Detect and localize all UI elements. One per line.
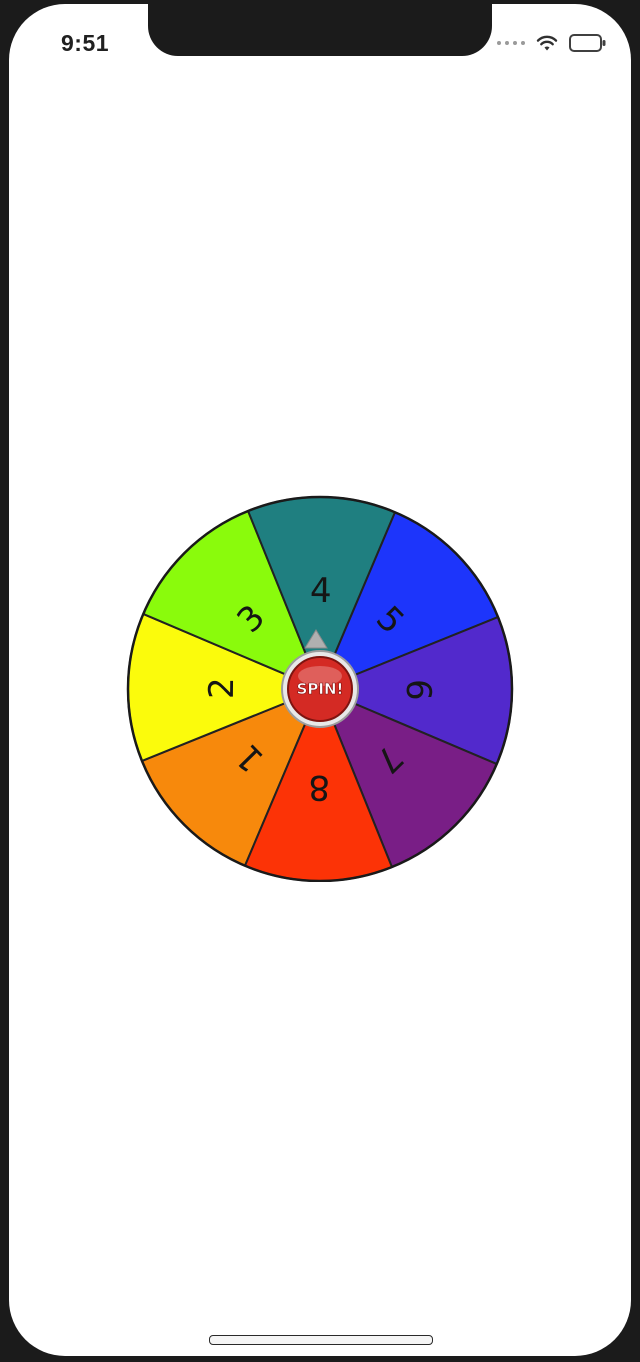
status-time: 9:51 [61,30,110,56]
status-icons [497,30,607,56]
home-indicator[interactable] [209,1335,433,1345]
wheel-graphic[interactable]: 12345678 SPIN! [114,478,518,882]
notch [148,4,492,56]
wheel-segment-label-8: 8 [308,767,330,807]
signal-icon [497,41,525,45]
wheel-segment-label-2: 2 [202,677,242,699]
wifi-icon [536,35,558,51]
device-bezel: 9:51 12345678 SPIN! [0,0,640,1362]
battery-icon [569,34,606,52]
wheel-segment-label-6: 6 [398,679,438,701]
spin-button-label: SPIN! [297,680,344,698]
wheel-segment-label-4: 4 [310,571,332,611]
spin-wheel[interactable]: 12345678 SPIN! [114,478,518,882]
